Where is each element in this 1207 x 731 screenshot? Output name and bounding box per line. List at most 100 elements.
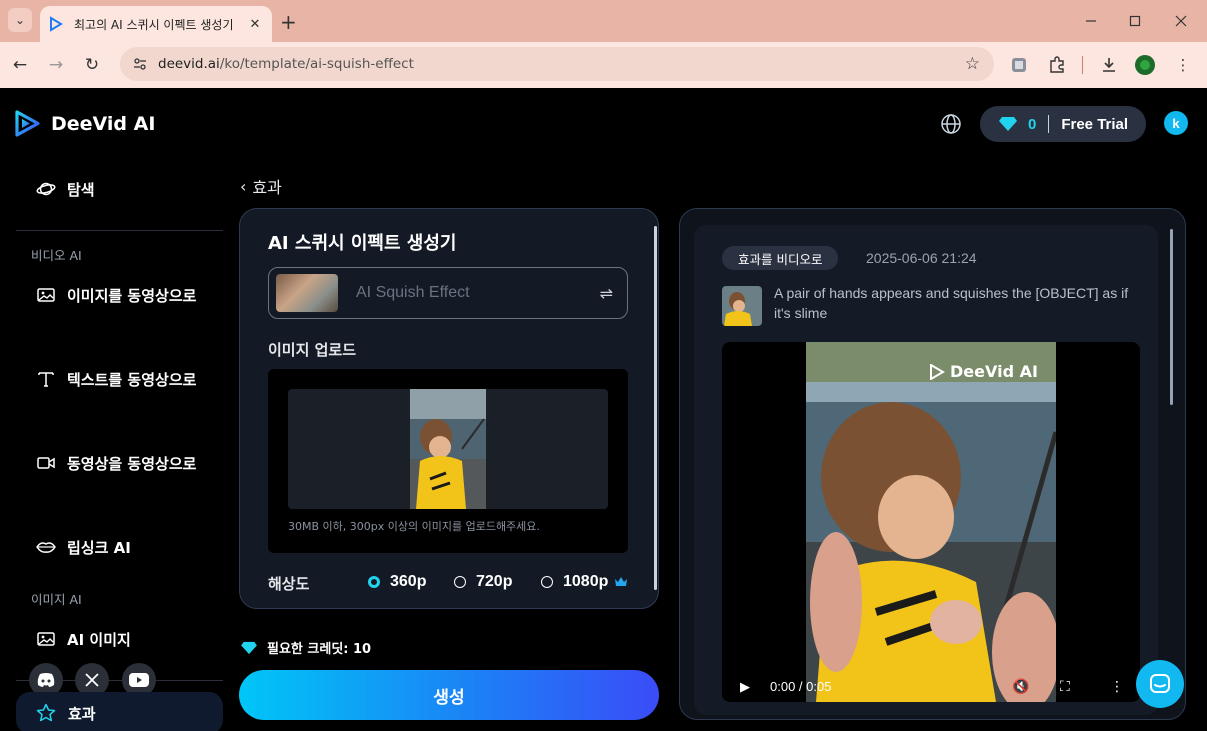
x-icon	[85, 673, 99, 687]
back-nav-button[interactable]: ←	[6, 51, 34, 79]
result-panel: 효과를 비디오로 2025-06-06 21:24 A pair of hand…	[679, 208, 1186, 720]
youtube-icon	[129, 673, 149, 687]
video-watermark: DeeVid AI	[929, 362, 1038, 381]
browser-toolbar: ← → ↻ deevid.ai/ko/template/ai-squish-ef…	[0, 42, 1207, 88]
sidebar-item-label: 텍스트를 동영상으로	[67, 371, 197, 389]
maximize-icon	[1129, 15, 1141, 27]
reload-button[interactable]: ↻	[78, 51, 106, 79]
url-text: deevid.ai/ko/template/ai-squish-effect	[158, 56, 414, 72]
sidebar-item-label: 이미지를 동영상으로	[67, 287, 197, 305]
pill-separator	[1048, 115, 1050, 133]
upload-label: 이미지 업로드	[268, 341, 357, 359]
sidebar-item-label: 효과	[68, 704, 96, 723]
resolution-value: 720p	[476, 573, 513, 590]
star-icon	[36, 703, 56, 722]
sidebar-item-ai-image[interactable]: AI 이미지	[36, 628, 197, 652]
text-icon	[38, 372, 54, 387]
play-icon[interactable]: ▶	[740, 680, 750, 695]
back-link[interactable]: ‹ 효과	[240, 174, 282, 198]
fullscreen-icon[interactable]: ⛶	[1060, 679, 1070, 695]
back-label: 효과	[252, 178, 282, 197]
credits-needed-text: 필요한 크레딧: 10	[267, 642, 372, 657]
bookmark-star-icon[interactable]: ☆	[965, 54, 980, 74]
logo[interactable]: DeeVid AI	[14, 110, 155, 137]
radio-icon	[541, 576, 553, 588]
resolution-label: 해상도	[268, 575, 310, 593]
sidebar-item-text-to-video[interactable]: 텍스트를 동영상으로	[36, 368, 197, 392]
address-bar[interactable]: deevid.ai/ko/template/ai-squish-effect ☆	[120, 47, 994, 81]
video-frame	[806, 342, 1056, 702]
window-close-button[interactable]	[1166, 8, 1196, 34]
globe-icon[interactable]	[940, 113, 962, 135]
toolbar-separator	[1082, 56, 1083, 74]
radio-selected-icon	[368, 576, 380, 588]
video-menu-icon[interactable]: ⋮	[1110, 679, 1124, 695]
image-icon	[37, 288, 55, 302]
sidebar-item-explore[interactable]: 탐색	[36, 178, 197, 202]
video-time: 0:00 / 0:05	[770, 679, 832, 694]
deevid-logo-icon	[15, 110, 40, 137]
panel-scrollbar[interactable]	[654, 226, 657, 590]
browser-tab[interactable]: 최고의 AI 스퀴시 이펙트 생성기 ✕	[40, 6, 272, 42]
section-image-ai: 이미지 AI	[31, 592, 82, 607]
result-type-badge: 효과를 비디오로	[722, 246, 839, 270]
extensions-puzzle-icon[interactable]	[1046, 54, 1068, 76]
forward-nav-button[interactable]: →	[42, 51, 70, 79]
diamond-icon	[241, 641, 257, 654]
site-settings-icon[interactable]	[132, 56, 148, 72]
planet-icon	[36, 182, 56, 196]
ai-image-icon	[37, 632, 55, 646]
credits-needed: 필요한 크레딧: 10	[240, 638, 371, 657]
url-path: /ko/template/ai-squish-effect	[219, 56, 414, 72]
resolution-option-720p[interactable]: 720p	[454, 573, 512, 591]
tab-title: 최고의 AI 스퀴시 이펙트 생성기	[74, 17, 234, 32]
upload-hint: 30MB 이하, 300px 이상의 이미지를 업로드해주세요.	[288, 520, 540, 533]
swap-icon[interactable]: ⇌	[600, 284, 613, 303]
app-root: DeeVid AI 0 Free Trial k 탐색 비디오 AI 이미지를 …	[0, 88, 1207, 731]
browser-menu-icon[interactable]: ⋮	[1172, 54, 1194, 76]
chevron-left-icon: ‹	[240, 176, 247, 196]
prompt-text: A pair of hands appears and squishes the…	[774, 285, 1129, 321]
crown-icon	[615, 577, 628, 586]
deevid-favicon-icon	[50, 16, 63, 32]
upload-dropzone[interactable]: 30MB 이하, 300px 이상의 이미지를 업로드해주세요.	[268, 369, 628, 553]
tab-close-icon[interactable]: ✕	[246, 17, 264, 32]
brand-name: DeeVid AI	[51, 112, 156, 135]
tab-search-button[interactable]: ⌄	[8, 8, 32, 32]
sidebar-item-label: AI 이미지	[67, 631, 131, 649]
maximize-button[interactable]	[1120, 8, 1150, 34]
generate-button[interactable]: 생성	[239, 670, 659, 720]
sidebar-item-effects[interactable]: 효과	[16, 692, 223, 731]
minimize-icon	[1086, 20, 1096, 22]
result-timestamp: 2025-06-06 21:24	[866, 250, 977, 266]
resolution-option-360p[interactable]: 360p	[368, 573, 426, 591]
chat-support-button[interactable]	[1136, 660, 1184, 708]
sidebar-divider	[16, 230, 223, 231]
plan-label: Free Trial	[1061, 115, 1129, 133]
downloads-icon[interactable]	[1098, 54, 1120, 76]
sidebar-item-image-to-video[interactable]: 이미지를 동영상으로	[36, 284, 197, 308]
sidebar: 탐색 비디오 AI 이미지를 동영상으로 텍스트를 동영상으로 동영상을 동영상…	[0, 158, 238, 731]
result-video-player[interactable]: DeeVid AI ▶ 0:00 / 0:05 🔇 ⛶ ⋮	[722, 342, 1140, 702]
profile-icon[interactable]	[1134, 54, 1156, 76]
result-card: 효과를 비디오로 2025-06-06 21:24 A pair of hand…	[694, 225, 1158, 715]
extension-icon[interactable]	[1008, 54, 1030, 76]
chat-icon	[1150, 674, 1170, 693]
credits-pill[interactable]: 0 Free Trial	[980, 106, 1146, 142]
resolution-option-1080p[interactable]: 1080p	[541, 573, 628, 591]
result-scrollbar[interactable]	[1170, 229, 1173, 405]
discord-icon	[37, 673, 55, 687]
prompt-thumbnail	[722, 286, 762, 326]
diamond-icon	[999, 117, 1017, 131]
video-controls: ▶ 0:00 / 0:05 🔇 ⛶ ⋮	[722, 672, 1140, 702]
new-tab-button[interactable]: +	[280, 10, 297, 34]
sidebar-item-video-to-video[interactable]: 동영상을 동영상으로	[36, 452, 197, 476]
avatar[interactable]: k	[1164, 111, 1188, 135]
section-video-ai: 비디오 AI	[31, 248, 82, 263]
effect-selector[interactable]: AI Squish Effect ⇌	[268, 267, 628, 319]
browser-chrome: ⌄ 최고의 AI 스퀴시 이펙트 생성기 ✕ + ← → ↻ deevid.ai…	[0, 0, 1207, 88]
uploaded-image	[410, 389, 486, 509]
sidebar-item-lipsync[interactable]: 립싱크 AI	[36, 536, 197, 560]
mute-icon[interactable]: 🔇	[1012, 679, 1029, 695]
minimize-button[interactable]	[1076, 8, 1106, 34]
